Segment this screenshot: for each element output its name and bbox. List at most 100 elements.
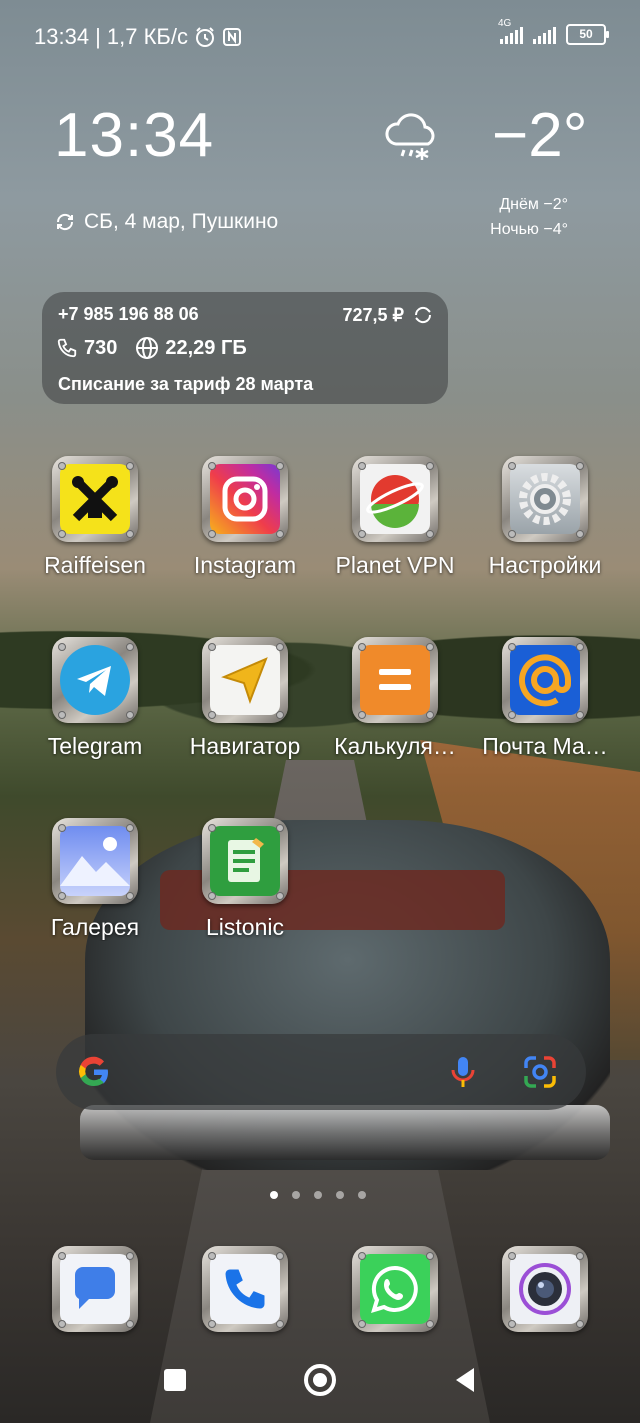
- settings-gear-icon: [510, 464, 580, 534]
- app-tile[interactable]: [52, 1246, 138, 1332]
- instagram-icon: [210, 464, 280, 534]
- app-raiffeisen[interactable]: Raiffeisen: [20, 456, 170, 579]
- tile-screw: [276, 462, 284, 470]
- app-instagram[interactable]: Instagram: [170, 456, 320, 579]
- calculator-icon: [360, 645, 430, 715]
- tile-screw: [426, 462, 434, 470]
- app-telegram[interactable]: Telegram: [20, 637, 170, 760]
- dock-whatsapp[interactable]: [320, 1246, 470, 1332]
- google-logo-icon[interactable]: [76, 1054, 112, 1090]
- google-search-bar[interactable]: [56, 1034, 586, 1110]
- app-gallery[interactable]: Галерея: [20, 818, 170, 941]
- dock-camera[interactable]: [470, 1246, 620, 1332]
- tile-screw: [508, 643, 516, 651]
- app-tile[interactable]: [202, 818, 288, 904]
- tile-screw: [276, 643, 284, 651]
- battery-icon: 50: [566, 24, 609, 45]
- raiffeisen-icon: [60, 464, 130, 534]
- app-tile[interactable]: [352, 637, 438, 723]
- tile-screw: [276, 530, 284, 538]
- data-value: 22,29 ГБ: [165, 336, 247, 359]
- tile-screw: [508, 462, 516, 470]
- alarm-icon: [195, 27, 214, 47]
- app-tile[interactable]: [502, 637, 588, 723]
- recents-button[interactable]: [145, 1350, 205, 1410]
- app-tile[interactable]: [502, 1246, 588, 1332]
- tile-screw: [208, 1252, 216, 1260]
- app-tile[interactable]: [202, 637, 288, 723]
- app-tile[interactable]: [202, 1246, 288, 1332]
- tile-screw: [576, 643, 584, 651]
- clock-widget-time[interactable]: 13:34: [54, 100, 214, 171]
- tile-screw: [276, 1320, 284, 1328]
- minutes-value: 730: [84, 336, 118, 359]
- tile-screw: [426, 1252, 434, 1260]
- tile-screw: [276, 892, 284, 900]
- weather-temperature[interactable]: −2°: [492, 100, 587, 171]
- app-settings[interactable]: Настройки: [470, 456, 620, 579]
- app-tile[interactable]: [502, 456, 588, 542]
- app-tile[interactable]: [52, 637, 138, 723]
- tile-screw: [576, 462, 584, 470]
- status-bar: 13:34 | 1,7 КБ/с 4G 50: [0, 0, 640, 70]
- operator-usage: 730 22,29 ГБ: [56, 336, 247, 360]
- clock-widget-date[interactable]: СБ, 4 мар, Пушкино: [54, 210, 278, 234]
- navigation-bar: [0, 1350, 640, 1420]
- wallpaper-car-bumper: [80, 1105, 610, 1160]
- tile-screw: [576, 1252, 584, 1260]
- page-dot: [336, 1191, 344, 1199]
- planet-vpn-icon: [360, 464, 430, 534]
- weather-day: Днём −2°: [499, 196, 568, 213]
- tile-screw: [208, 1320, 216, 1328]
- page-indicator[interactable]: [270, 1191, 366, 1199]
- back-button[interactable]: [435, 1350, 495, 1410]
- tile-screw: [426, 530, 434, 538]
- home-button[interactable]: [290, 1350, 350, 1410]
- tile-screw: [358, 1320, 366, 1328]
- tile-screw: [426, 1320, 434, 1328]
- dock-phone[interactable]: [170, 1246, 320, 1332]
- dock-messages[interactable]: [20, 1246, 170, 1332]
- tile-screw: [58, 711, 66, 719]
- tile-screw: [276, 711, 284, 719]
- date-location: СБ, 4 мар, Пушкино: [84, 210, 279, 233]
- tile-screw: [276, 824, 284, 832]
- app-mail[interactable]: Почта Ма…: [470, 637, 620, 760]
- refresh-icon[interactable]: [412, 304, 434, 326]
- page-dot: [358, 1191, 366, 1199]
- app-label: Галерея: [50, 914, 140, 940]
- snow-cloud-icon[interactable]: [382, 108, 442, 168]
- tile-screw: [576, 1320, 584, 1328]
- signal-icon: [533, 26, 556, 44]
- app-tile[interactable]: [52, 456, 138, 542]
- app-tile[interactable]: [202, 456, 288, 542]
- app-listonic[interactable]: Listonic: [170, 818, 320, 941]
- page-dot-active: [270, 1191, 278, 1199]
- tile-screw: [508, 530, 516, 538]
- app-tile[interactable]: [352, 456, 438, 542]
- whatsapp-icon: [360, 1254, 430, 1324]
- tile-screw: [208, 643, 216, 651]
- mail-icon: [510, 645, 580, 715]
- google-lens-icon[interactable]: [522, 1054, 558, 1090]
- app-label: Telegram: [47, 733, 143, 759]
- operator-widget[interactable]: +7 985 196 88 06 727,5 ₽ 730 22,29 ГБ Сп…: [42, 292, 448, 404]
- tile-screw: [58, 462, 66, 470]
- app-label: Настройки: [488, 552, 602, 578]
- square-icon: [164, 1369, 186, 1391]
- tile-screw: [358, 711, 366, 719]
- app-calculator[interactable]: Калькуля…: [320, 637, 470, 760]
- listonic-icon: [210, 826, 280, 896]
- app-navigator[interactable]: Навигатор: [170, 637, 320, 760]
- tile-screw: [126, 1252, 134, 1260]
- app-planet-vpn[interactable]: Planet VPN: [320, 456, 470, 579]
- phone-icon: [210, 1254, 280, 1324]
- app-tile[interactable]: [352, 1246, 438, 1332]
- voice-search-icon[interactable]: [446, 1054, 480, 1090]
- tile-screw: [58, 530, 66, 538]
- app-label: Planet VPN: [335, 552, 455, 578]
- tile-screw: [426, 643, 434, 651]
- app-tile[interactable]: [52, 818, 138, 904]
- tile-screw: [126, 643, 134, 651]
- tile-screw: [276, 1252, 284, 1260]
